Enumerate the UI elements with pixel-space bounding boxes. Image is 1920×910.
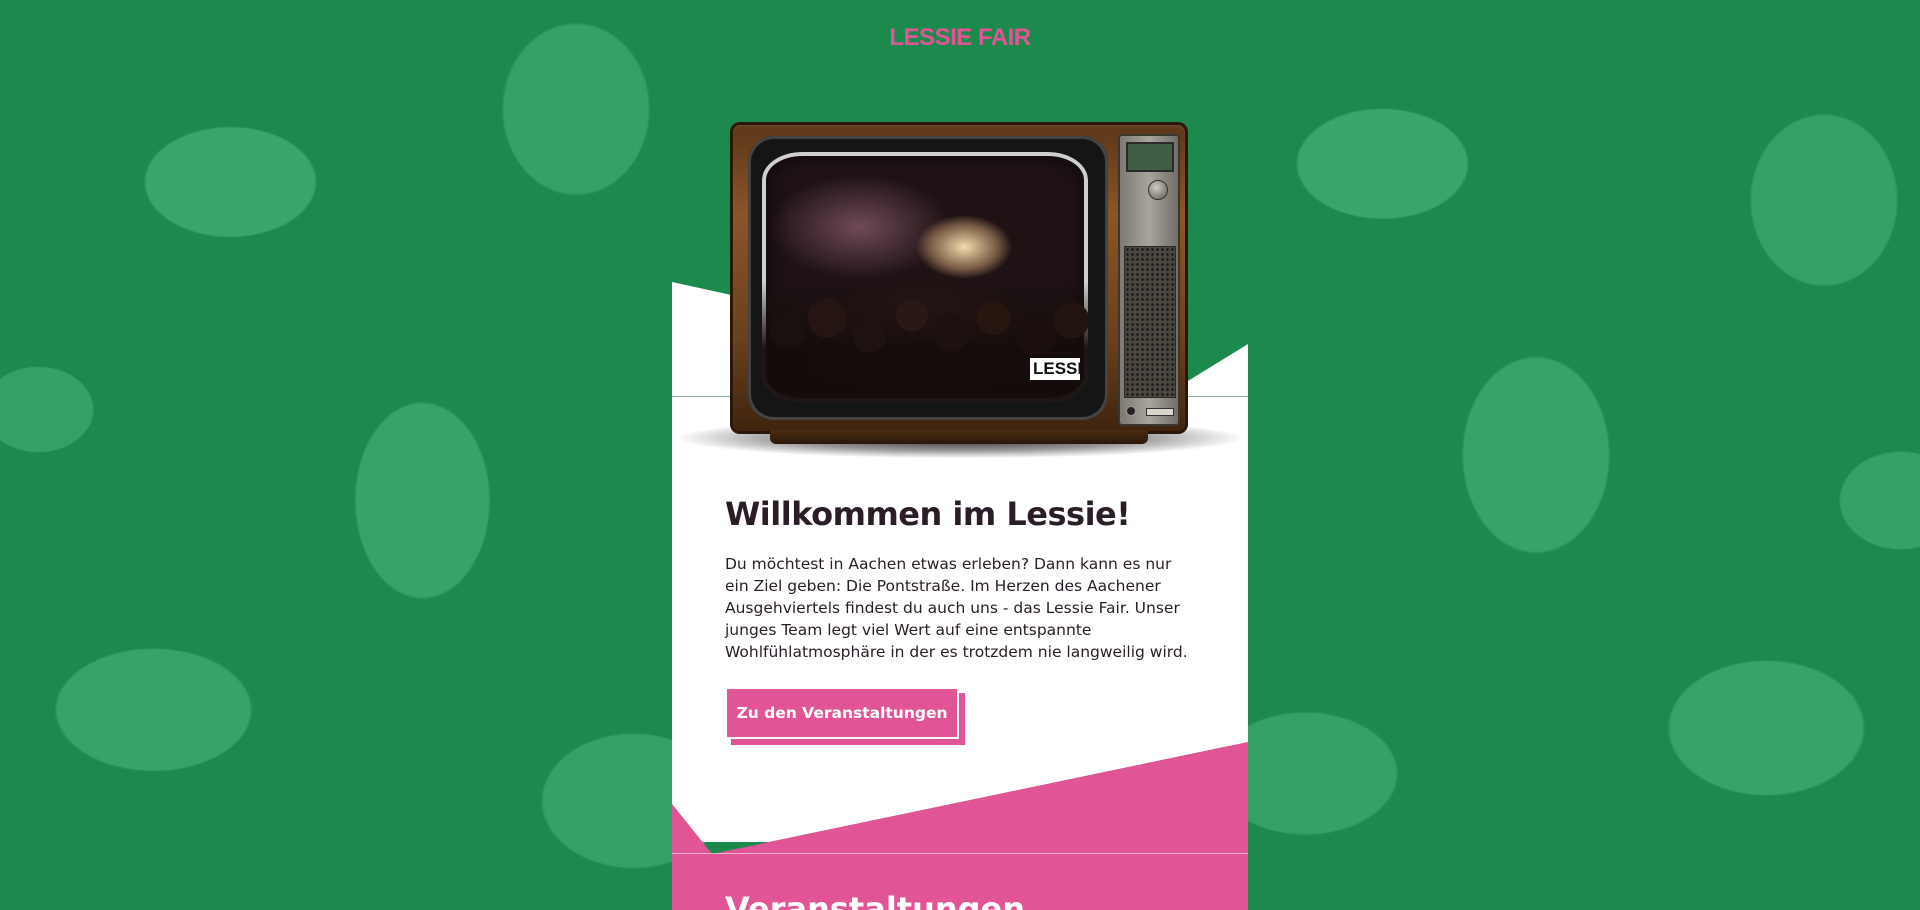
welcome-content: Willkommen im Lessie! Du möchtest in Aac… — [725, 495, 1195, 745]
tv-base — [770, 430, 1148, 444]
events-section-title: Veranstaltungen — [725, 892, 1025, 910]
tv-screen-club-photo: LESSIE — [762, 152, 1088, 402]
retro-tv-image: LESSIE — [680, 122, 1240, 460]
welcome-text: Du möchtest in Aachen etwas erleben? Dan… — [725, 555, 1188, 661]
tv-control-panel — [1118, 134, 1180, 426]
events-button[interactable]: Zu den Veranstaltungen — [725, 687, 959, 739]
cta-wrapper: Zu den Veranstaltungen — [725, 687, 965, 745]
welcome-title: Willkommen im Lessie! — [725, 495, 1131, 533]
events-divider — [672, 853, 1248, 854]
site-logo[interactable]: LESSIE FAIR — [0, 24, 1920, 52]
tv-slider-icon — [1146, 408, 1174, 416]
tv-channel-display — [1126, 142, 1174, 172]
tv-power-switch-icon — [1126, 406, 1136, 416]
tv-screen-logo: LESSIE — [1030, 358, 1080, 380]
tv-knob-icon — [1148, 180, 1168, 200]
crowd-silhouettes — [762, 282, 1088, 402]
tv-speaker-grille — [1124, 246, 1176, 398]
